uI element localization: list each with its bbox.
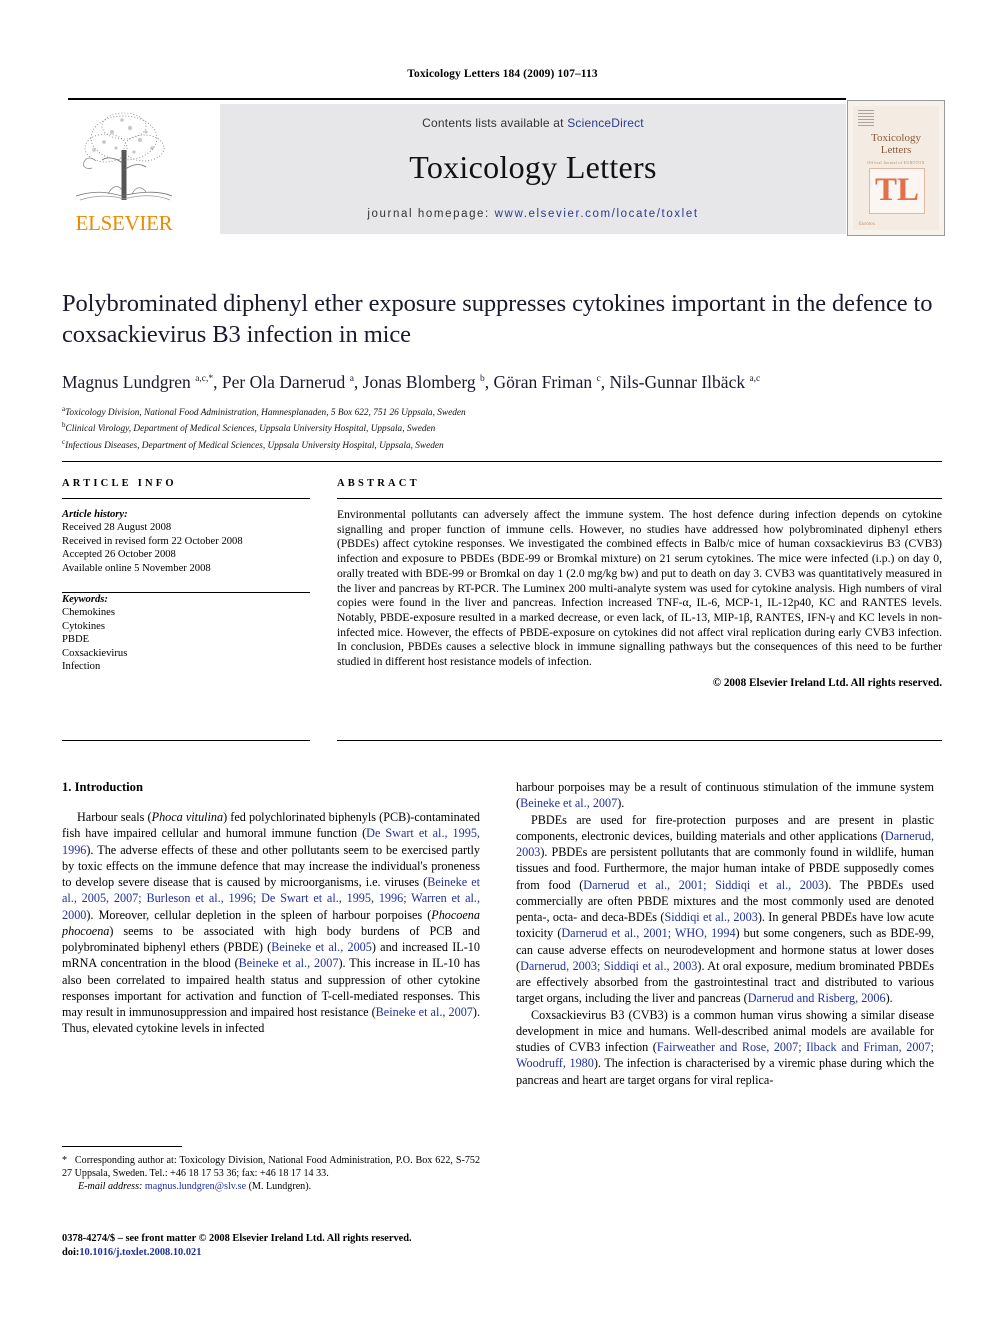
affiliation-c: cInfectious Diseases, Department of Medi… xyxy=(62,436,942,452)
intro-paragraph-1: Harbour seals (Phoca vitulina) fed polyc… xyxy=(62,810,480,1036)
keywords-block: Keywords: Chemokines Cytokines PBDE Coxs… xyxy=(62,593,310,673)
elsevier-tree-icon xyxy=(68,104,180,208)
keyword-item: Coxsackievirus xyxy=(62,647,128,659)
cover-title-line1: Toxicology xyxy=(871,132,921,144)
keyword-item: Cytokines xyxy=(62,620,105,632)
affiliation-list: aToxicology Division, National Food Admi… xyxy=(62,403,942,452)
elsevier-logo: ELSEVIER xyxy=(68,104,180,234)
cover-monogram-box: TL xyxy=(869,168,925,214)
body-column-left: 1. Introduction Harbour seals (Phoca vit… xyxy=(62,779,480,1037)
affiliation-a: aToxicology Division, National Food Admi… xyxy=(62,403,942,419)
imprint-block: 0378-4274/$ – see front matter © 2008 El… xyxy=(62,1232,492,1259)
affiliation-text-a: Toxicology Division, National Food Admin… xyxy=(65,407,466,418)
footnote-rule xyxy=(62,1146,182,1147)
cover-inner: Toxicology Letters Official Journal of E… xyxy=(853,106,939,230)
keywords-label: Keywords: xyxy=(62,594,108,606)
intro-paragraph-3: Coxsackievirus B3 (CVB3) is a common hum… xyxy=(516,1007,934,1087)
article-page: Toxicology Letters 184 (2009) 107–113 EL… xyxy=(0,0,992,1323)
cover-monogram: TL xyxy=(874,172,920,208)
homepage-label: journal homepage: xyxy=(367,208,495,220)
journal-masthead: ELSEVIER Contents lists available at Sci… xyxy=(60,98,945,236)
sciencedirect-link[interactable]: ScienceDirect xyxy=(567,116,644,130)
article-info-rule xyxy=(62,498,310,499)
info-band-bottom-rule-left xyxy=(62,740,310,741)
abstract-panel: ABSTRACT Environmental pollutants can ad… xyxy=(337,478,942,689)
cover-title: Toxicology Letters xyxy=(853,132,939,156)
cover-footer-mark: Eurotox xyxy=(859,222,876,227)
journal-title: Toxicology Letters xyxy=(409,149,657,185)
issn-copyright-line: 0378-4274/$ – see front matter © 2008 El… xyxy=(62,1233,412,1244)
email-link[interactable]: magnus.lundgren@slv.se xyxy=(145,1181,246,1192)
affiliation-b: bClinical Virology, Department of Medica… xyxy=(62,419,942,435)
contents-lists-prefix: Contents lists available at xyxy=(422,116,568,130)
article-info-heading: ARTICLE INFO xyxy=(62,478,177,489)
doi-line: doi:10.1016/j.toxlet.2008.10.021 xyxy=(62,1246,492,1260)
abstract-copyright: © 2008 Elsevier Ireland Ltd. All rights … xyxy=(712,676,942,689)
journal-homepage-line: journal homepage: www.elsevier.com/locat… xyxy=(220,208,846,220)
abstract-heading: ABSTRACT xyxy=(337,478,420,489)
history-item: Accepted 26 October 2008 xyxy=(62,549,176,561)
journal-cover-thumbnail[interactable]: Toxicology Letters Official Journal of E… xyxy=(847,100,945,236)
corresponding-author-text: * Corresponding author at: Toxicology Di… xyxy=(62,1155,480,1179)
masthead-top-rule xyxy=(68,98,846,100)
running-head: Toxicology Letters 184 (2009) 107–113 xyxy=(407,68,598,80)
elsevier-wordmark: ELSEVIER xyxy=(75,211,173,235)
intro-paragraph-2: PBDEs are used for fire-protection purpo… xyxy=(516,812,935,1006)
keyword-item: Infection xyxy=(62,661,101,673)
article-info-panel: ARTICLE INFO Article history: Received 2… xyxy=(62,478,310,673)
page-title: Polybrominated diphenyl ether exposure s… xyxy=(62,290,933,348)
history-item: Received in revised form 22 October 2008 xyxy=(62,535,243,547)
keyword-item: Chemokines xyxy=(62,607,115,619)
info-band-top-rule xyxy=(62,461,942,462)
info-band-bottom-rule-right xyxy=(337,740,942,741)
cover-elsevier-mark-icon xyxy=(858,110,874,126)
corresponding-author-email-line: E-mail address: magnus.lundgren@slv.se (… xyxy=(62,1180,480,1193)
email-label: E-mail address: xyxy=(78,1181,143,1192)
title-block: Polybrominated diphenyl ether exposure s… xyxy=(62,288,942,452)
history-item: Received 28 August 2008 xyxy=(62,522,172,534)
abstract-text: Environmental pollutants can adversely a… xyxy=(337,508,942,669)
cover-subtitle: Official Journal of EUROTOX xyxy=(867,160,925,165)
doi-label: doi: xyxy=(62,1246,80,1258)
abstract-rule xyxy=(337,498,942,499)
body-column-right: harbour porpoises may be a result of con… xyxy=(516,779,934,1088)
intro-paragraph-1-continued: harbour porpoises may be a result of con… xyxy=(516,780,934,811)
homepage-url-link[interactable]: www.elsevier.com/locate/toxlet xyxy=(495,208,699,220)
article-history-label: Article history: xyxy=(62,509,128,520)
introduction-heading: 1. Introduction xyxy=(62,780,143,794)
contents-lists-line: Contents lists available at ScienceDirec… xyxy=(220,116,846,130)
corresponding-author-footnote: * Corresponding author at: Toxicology Di… xyxy=(62,1146,480,1193)
journal-banner: Contents lists available at ScienceDirec… xyxy=(220,104,846,234)
email-owner: (M. Lundgren). xyxy=(248,1181,312,1192)
cover-title-line2: Letters xyxy=(880,144,912,156)
article-history: Article history: Received 28 August 2008… xyxy=(62,508,310,575)
history-item: Available online 5 November 2008 xyxy=(62,562,211,574)
affiliation-text-b: Clinical Virology, Department of Medical… xyxy=(65,424,436,435)
author-list: Magnus Lundgren a,c,*, Per Ola Darnerud … xyxy=(62,371,761,392)
keyword-item: PBDE xyxy=(62,634,90,646)
affiliation-text-c: Infectious Diseases, Department of Medic… xyxy=(65,440,444,451)
doi-link[interactable]: 10.1016/j.toxlet.2008.10.021 xyxy=(79,1247,201,1258)
